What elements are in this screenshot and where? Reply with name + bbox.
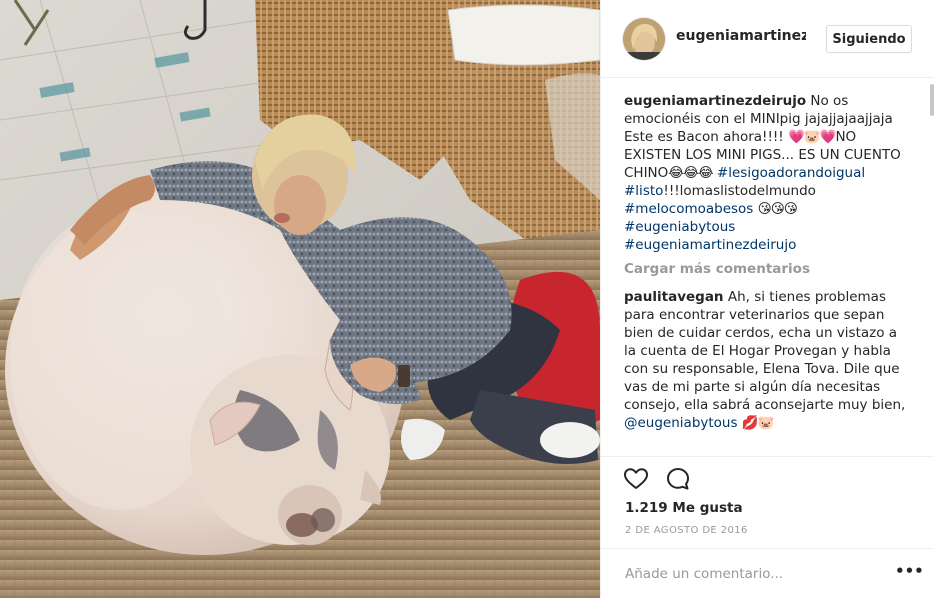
pig-hug-photo	[0, 0, 600, 598]
comment-emoji: 💋🐷	[741, 415, 775, 431]
comments-list: eugeniamartinezdeirujo No os emocionéis …	[624, 92, 910, 432]
speech-bubble-icon[interactable]	[665, 466, 691, 492]
comments-scrollbar[interactable]	[929, 78, 934, 458]
caption-emoji-2: 😂😂😂	[668, 165, 713, 181]
header-username[interactable]: eugeniamartinezdeirujo	[676, 28, 806, 44]
avatar-image	[623, 18, 665, 60]
post-photo[interactable]	[0, 0, 600, 598]
caption-emoji-3: 😘😘😘	[757, 201, 798, 217]
heart-outline-icon[interactable]	[623, 466, 649, 492]
divider	[601, 548, 934, 549]
caption-emoji-1: 💗🐷💗	[788, 129, 836, 145]
following-button[interactable]: Siguiendo	[826, 25, 912, 53]
hashtag-melocomoabesos[interactable]: #melocomoabesos	[624, 201, 753, 217]
post-sidebar: eugeniamartinezdeirujo Siguiendo eugenia…	[600, 0, 934, 598]
ellipsis-icon[interactable]: •••	[895, 564, 924, 584]
caption-username[interactable]: eugeniamartinezdeirujo	[624, 93, 806, 109]
caption: eugeniamartinezdeirujo No os emocionéis …	[624, 92, 910, 254]
hashtag-eugeniamartinezdeirujo[interactable]: #eugeniamartinezdeirujo	[624, 237, 796, 253]
avatar[interactable]	[623, 18, 665, 60]
load-more-comments-link[interactable]: Cargar más comentarios	[624, 260, 910, 278]
caption-text-3: !!!lomaslistodelmundo	[663, 183, 816, 199]
comment-mention[interactable]: @eugeniabytous	[624, 415, 738, 431]
scrollbar-thumb[interactable]	[930, 84, 934, 116]
add-comment-input[interactable]	[625, 564, 875, 584]
hashtag-listo[interactable]: #listo	[624, 183, 663, 199]
divider	[601, 456, 934, 457]
likes-count[interactable]: 1.219 Me gusta	[625, 500, 743, 516]
comment-username[interactable]: paulitavegan	[624, 289, 724, 305]
comment-text: Ah, si tienes problemas para encontrar v…	[624, 289, 906, 413]
comment-item: paulitavegan Ah, si tienes problemas par…	[624, 288, 910, 432]
post-header: eugeniamartinezdeirujo Siguiendo	[601, 0, 934, 78]
hashtag-lesigoadorandoigual[interactable]: #lesigoadorandoigual	[717, 165, 865, 181]
hashtag-eugeniabytous[interactable]: #eugeniabytous	[624, 219, 735, 235]
post-date[interactable]: 2 DE AGOSTO DE 2016	[625, 525, 748, 536]
